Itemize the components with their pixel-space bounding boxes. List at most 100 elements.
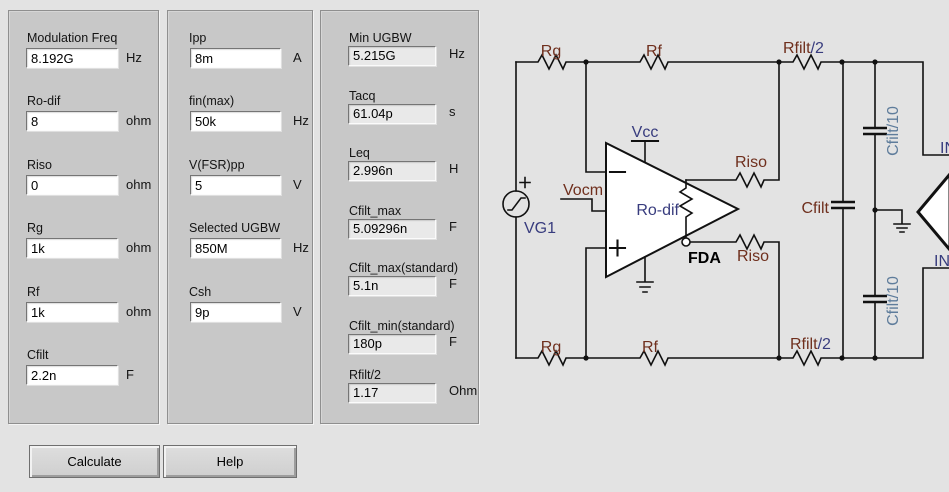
label-rf-bottom: Rf [642,339,659,356]
fda-ground-icon [637,257,653,292]
field-unit: s [449,102,456,122]
vg1-waveform-icon [508,198,525,210]
label-rfilt2-top: Rfilt/2 [783,40,824,57]
field-label: Cfilt_max(standard) [349,261,458,275]
field-unit: V [293,302,302,322]
field-unit: F [449,217,457,237]
field-unit: F [126,365,134,385]
label-vg1: VG1 [524,220,556,237]
field-row: Cfilt_min(standard) 180p F [321,319,478,363]
field-unit: ohm [126,302,151,322]
field-row: Tacq 61.04p s [321,89,478,133]
label-in-minus: IN- [934,253,949,270]
input-panel-left: Modulation Freq Hz Ro-dif ohm Riso ohm R… [8,10,159,424]
vfsr-pp-input[interactable] [190,175,281,195]
label-rf-top: Rf [646,43,663,60]
field-label: Leq [349,146,370,160]
field-unit: Hz [293,238,309,258]
fda-filter-schematic: Rg Rf Rfilt/2 Cfilt/10 VG1 Vcc Vocm Ro-d… [479,0,949,430]
field-unit: Hz [293,111,309,131]
field-unit: V [293,175,302,195]
input-panel-middle: Ipp A fin(max) Hz V(FSR)pp V Selected UG… [167,10,313,424]
rfilt-suffix: /2 [818,336,831,353]
field-row: Min UGBW 5.215G Hz [321,31,478,75]
field-row: Cfilt_max 5.09296n F [321,204,478,248]
field-unit: Ohm [449,381,477,401]
label-rg-bottom: Rg [541,339,561,356]
field-label: Rg [27,221,43,235]
field-row: fin(max) Hz [168,94,312,138]
field-label: Rfilt/2 [349,368,381,382]
field-unit: Hz [449,44,465,64]
modulation-freq-input[interactable] [26,48,118,68]
field-label: Riso [27,158,52,172]
tacq-output: 61.04p [348,104,436,124]
label-vocm: Vocm [563,182,603,199]
label-in-plus: IN+ [940,140,949,157]
field-row: Csh V [168,285,312,329]
csh-input[interactable] [190,302,281,322]
vocm-stub-wire [561,199,606,211]
fin-max-input[interactable] [190,111,281,131]
field-row: Cfilt_max(standard) 5.1n F [321,261,478,305]
field-label: Modulation Freq [27,31,117,45]
field-label: Cfilt_max [349,204,401,218]
field-unit: Hz [126,48,142,68]
field-label: fin(max) [189,94,234,108]
cfilt-max-output: 5.09296n [348,219,436,239]
field-label: Cfilt [27,348,49,362]
rfilt-2-output: 1.17 [348,383,436,403]
label-ro-dif: Ro-dif [636,202,679,219]
field-row: Rg ohm [9,221,158,265]
vg1-plus-icon [520,178,530,188]
field-row: Leq 2.996n H [321,146,478,190]
field-unit: ohm [126,175,151,195]
cfilt-input[interactable] [26,365,118,385]
field-label: Cfilt_min(standard) [349,319,455,333]
field-row: Ro-dif ohm [9,94,158,138]
label-cfilt10-top: Cfilt/10 [885,106,902,156]
label-rfilt2-bottom: Rfilt/2 [790,336,831,353]
field-label: Tacq [349,89,375,103]
fda-filter-calculator: { "panels": [ { "fields": [ {"label":"Mo… [0,0,949,492]
label-fda: FDA [688,250,721,267]
label-riso-top: Riso [735,154,767,171]
rfilt-suffix: /2 [811,40,824,57]
rfilt-name: Rfilt [783,40,811,57]
field-label: Selected UGBW [189,221,280,235]
rg-input[interactable] [26,238,118,258]
ro-dif-input[interactable] [26,111,118,131]
field-row: Selected UGBW Hz [168,221,312,265]
field-unit: F [449,274,457,294]
adc-input-icon [918,174,949,250]
field-row: Cfilt F [9,348,158,392]
selected-ugbw-input[interactable] [190,238,281,258]
leq-output: 2.996n [348,161,436,181]
rf-input[interactable] [26,302,118,322]
field-unit: ohm [126,238,151,258]
calculate-button[interactable]: Calculate [29,445,160,478]
label-cfilt: Cfilt [801,200,829,217]
cfilt-max-standard-output: 5.1n [348,276,436,296]
field-row: Ipp A [168,31,312,75]
cfilt-min-standard-output: 180p [348,334,436,354]
output-panel: Min UGBW 5.215G Hz Tacq 61.04p s Leq 2.9… [320,10,479,424]
fda-output-node-icon [682,238,690,246]
field-label: Ro-dif [27,94,60,108]
cfilt-capacitor-icon [831,202,855,208]
input-stubs-wire [586,62,606,358]
riso-input[interactable] [26,175,118,195]
help-button[interactable]: Help [163,445,297,478]
label-riso-bottom: Riso [737,248,769,265]
field-row: V(FSR)pp V [168,158,312,202]
field-unit: A [293,48,302,68]
ipp-input[interactable] [190,48,281,68]
field-label: Csh [189,285,211,299]
rfilt-name: Rfilt [790,336,818,353]
field-unit: ohm [126,111,151,131]
field-label: Rf [27,285,40,299]
field-label: V(FSR)pp [189,158,245,172]
field-label: Ipp [189,31,206,45]
field-row: Rf ohm [9,285,158,329]
label-rg-top: Rg [541,43,561,60]
